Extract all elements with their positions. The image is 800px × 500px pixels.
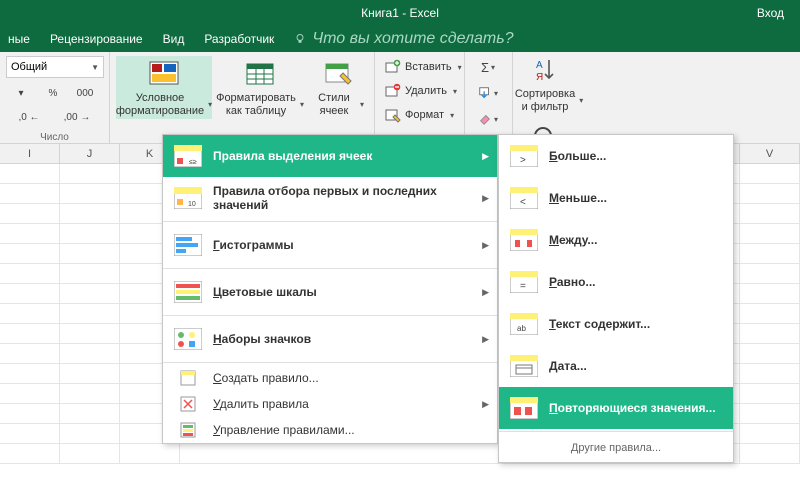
submenu-date-occurring[interactable]: Дата...	[499, 345, 733, 387]
svg-text:Я: Я	[536, 72, 543, 83]
equal-to-icon: =	[510, 271, 538, 293]
chevron-right-icon: ▶	[482, 240, 489, 251]
highlight-cells-submenu: > Больше... < Меньше... Между... = Равно…	[498, 134, 734, 463]
svg-text:=: =	[520, 281, 526, 292]
svg-text:ab: ab	[517, 324, 526, 333]
new-rule-icon	[180, 370, 196, 386]
sort-filter-icon: АЯ	[533, 54, 565, 86]
group-cells: Вставить▾ Удалить▾ Формат▾	[375, 52, 465, 143]
cond-format-icon	[148, 58, 180, 90]
svg-text:<: <	[520, 197, 526, 208]
tab-view[interactable]: Вид	[163, 32, 185, 46]
submenu-equal-to[interactable]: = Равно...	[499, 261, 733, 303]
submenu-more-rules[interactable]: Другие правила...	[499, 434, 733, 462]
highlight-rules-icon: ≤≥	[174, 145, 202, 167]
autosum-button[interactable]: Σ▾	[471, 56, 505, 78]
chevron-right-icon: ▶	[482, 399, 489, 410]
conditional-formatting-button[interactable]: Условное форматирование▾	[116, 56, 212, 119]
tab-review[interactable]: Рецензирование	[50, 32, 143, 46]
conditional-formatting-menu: ≤≥ Правила выделения ячеек ▶ 10 Правила …	[162, 134, 498, 444]
manage-rules-icon	[180, 422, 196, 438]
greater-than-icon: >	[510, 145, 538, 167]
cell-styles-button[interactable]: Стили ячеек▾	[308, 56, 368, 119]
eraser-icon	[478, 112, 492, 126]
ribbon: Общий ▼ ▾ % 000 ,0 ← ,00 → Число Условно…	[0, 52, 800, 144]
delete-icon	[385, 83, 401, 99]
submenu-text-contains[interactable]: ab Текст содержит...	[499, 303, 733, 345]
text-contains-icon: ab	[510, 313, 538, 335]
chevron-right-icon: ▶	[482, 151, 489, 162]
chevron-right-icon: ▶	[482, 193, 489, 204]
insert-icon	[385, 59, 401, 75]
between-icon	[510, 229, 538, 251]
menu-color-scales[interactable]: Цветовые шкалы ▶	[163, 271, 497, 313]
menu-new-rule[interactable]: Создать правило...	[163, 365, 497, 391]
insert-cells-button[interactable]: Вставить▾	[381, 56, 466, 78]
duplicate-values-icon	[510, 397, 538, 419]
tab-developer[interactable]: Разработчик	[204, 32, 274, 46]
col-J[interactable]: J	[60, 144, 120, 163]
svg-text:>: >	[520, 155, 526, 166]
col-V[interactable]: V	[740, 144, 800, 163]
tab-data[interactable]: ные	[8, 32, 30, 46]
svg-text:А: А	[536, 60, 543, 71]
increase-decimal-button[interactable]: ,0 ←	[6, 106, 52, 128]
menu-data-bars[interactable]: Гистограммы ▶	[163, 224, 497, 266]
format-as-table-button[interactable]: Форматировать как таблицу▾	[212, 56, 308, 119]
ribbon-tabs: ные Рецензирование Вид Разработчик Что в…	[0, 26, 800, 52]
number-format-select[interactable]: Общий ▼	[6, 56, 104, 78]
col-I[interactable]: I	[0, 144, 60, 163]
date-icon	[510, 355, 538, 377]
group-editing-mini: Σ▾ ▾ ▾	[465, 52, 513, 143]
comma-style-button[interactable]: 000	[70, 82, 100, 104]
delete-cells-button[interactable]: Удалить▾	[381, 80, 461, 102]
tell-me-search[interactable]: Что вы хотите сделать?	[294, 30, 513, 48]
menu-manage-rules[interactable]: Управление правилами...	[163, 417, 497, 443]
lightbulb-icon	[294, 33, 306, 45]
app-title: Книга1 - Excel	[361, 6, 439, 20]
menu-icon-sets[interactable]: Наборы значков ▶	[163, 318, 497, 360]
fill-button[interactable]: ▾	[471, 82, 505, 104]
color-scales-icon	[174, 281, 202, 303]
submenu-less-than[interactable]: < Меньше...	[499, 177, 733, 219]
format-cells-button[interactable]: Формат▾	[381, 104, 458, 126]
group-number: Общий ▼ ▾ % 000 ,0 ← ,00 → Число	[0, 52, 110, 143]
top-bottom-icon: 10	[174, 187, 202, 209]
submenu-duplicate-values[interactable]: Повторяющиеся значения...	[499, 387, 733, 429]
less-than-icon: <	[510, 187, 538, 209]
svg-text:≤≥: ≤≥	[189, 159, 197, 166]
login-link[interactable]: Вход	[757, 6, 784, 20]
chevron-right-icon: ▶	[482, 287, 489, 298]
title-bar: Книга1 - Excel Вход	[0, 0, 800, 26]
submenu-greater-than[interactable]: > Больше...	[499, 135, 733, 177]
format-table-icon	[244, 58, 276, 90]
decrease-decimal-button[interactable]: ,00 →	[54, 106, 100, 128]
clear-button[interactable]: ▾	[471, 108, 505, 130]
data-bars-icon	[174, 234, 202, 256]
svg-text:10: 10	[188, 201, 196, 208]
percent-button[interactable]: %	[38, 82, 68, 104]
clear-rules-icon	[180, 396, 196, 412]
chevron-down-icon: ▼	[91, 63, 99, 72]
sort-filter-button[interactable]: АЯ Сортировка и фильтр▾	[513, 52, 585, 115]
accounting-format-button[interactable]: ▾	[6, 82, 36, 104]
menu-highlight-rules[interactable]: ≤≥ Правила выделения ячеек ▶	[163, 135, 497, 177]
format-icon	[385, 107, 401, 123]
menu-top-bottom-rules[interactable]: 10 Правила отбора первых и последних зна…	[163, 177, 497, 219]
group-editing: АЯ Сортировка и фильтр▾ Найти и выделить…	[513, 52, 653, 143]
fill-down-icon	[478, 86, 492, 100]
icon-sets-icon	[174, 328, 202, 350]
submenu-between[interactable]: Между...	[499, 219, 733, 261]
menu-clear-rules[interactable]: Удалить правила ▶	[163, 391, 497, 417]
group-styles: Условное форматирование▾ Форматировать к…	[110, 52, 375, 143]
cell-styles-icon	[322, 58, 354, 90]
chevron-right-icon: ▶	[482, 334, 489, 345]
